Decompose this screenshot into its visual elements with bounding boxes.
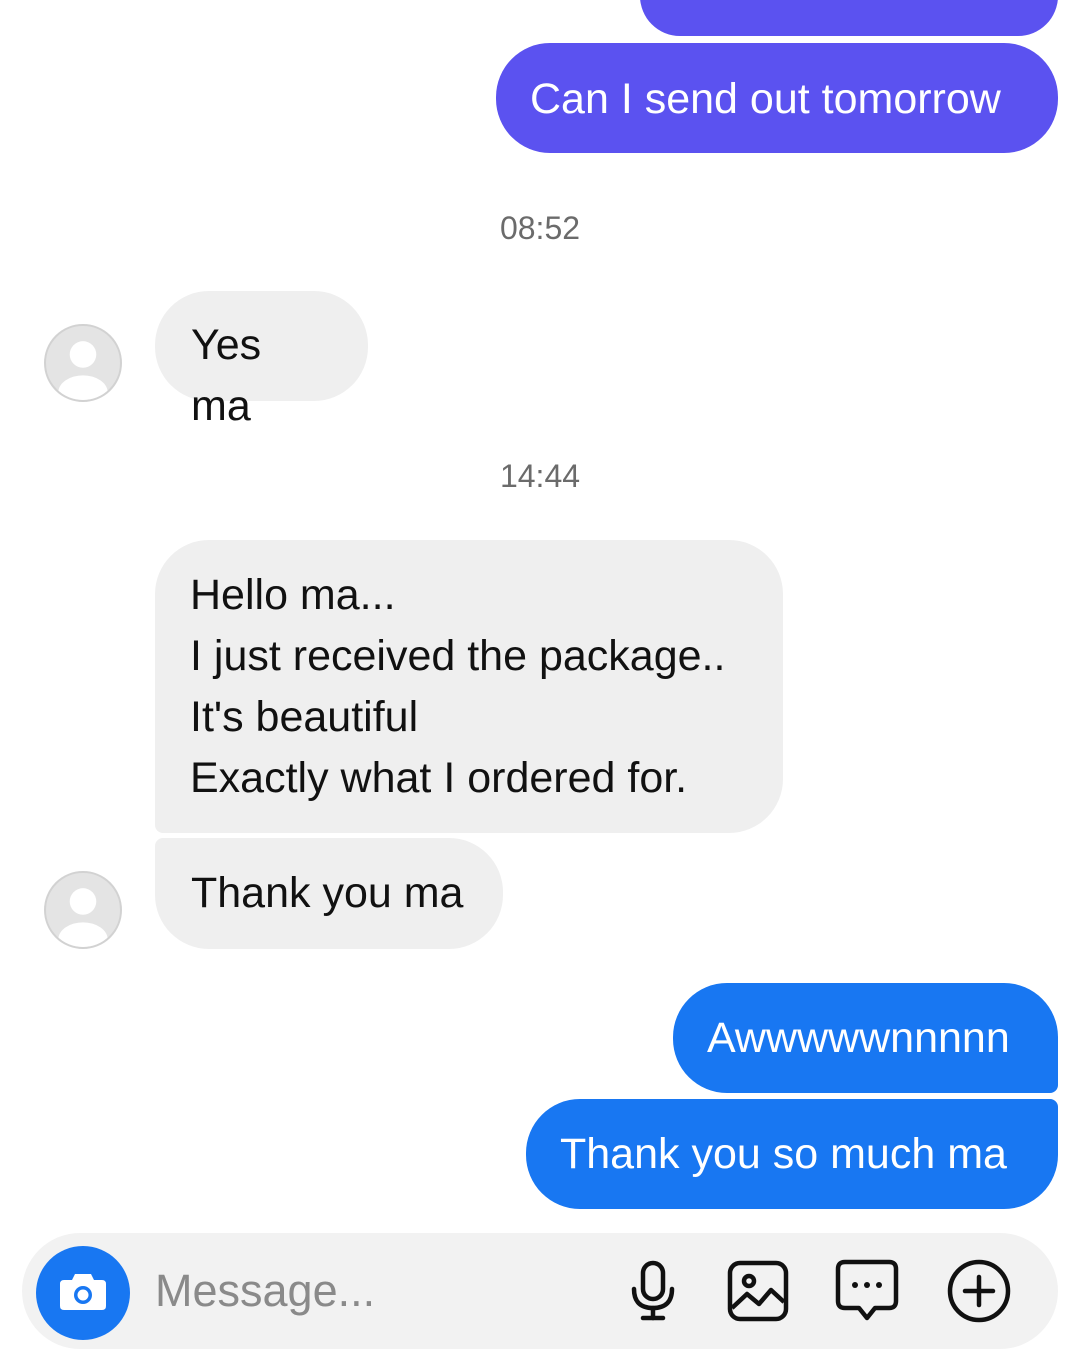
incoming-message[interactable]: Hello ma... I just received the package.… xyxy=(155,540,783,833)
timestamp: 14:44 xyxy=(499,458,581,494)
sticker-chat-button[interactable] xyxy=(834,1259,900,1328)
message-composer xyxy=(22,1233,1058,1349)
camera-button[interactable] xyxy=(36,1246,130,1340)
message-input[interactable] xyxy=(155,1263,595,1319)
incoming-message[interactable]: Thank you ma xyxy=(155,838,503,949)
incoming-message[interactable]: Yes ma xyxy=(155,291,368,430)
sticker-chat-icon xyxy=(835,1259,899,1328)
add-button[interactable] xyxy=(946,1259,1012,1328)
microphone-icon xyxy=(628,1260,678,1327)
gallery-button[interactable] xyxy=(725,1260,791,1326)
outgoing-message[interactable]: Awwwwwnnnnn xyxy=(673,983,1058,1093)
timestamp: 08:52 xyxy=(499,210,581,246)
microphone-button[interactable] xyxy=(620,1260,686,1326)
contact-avatar-icon[interactable] xyxy=(44,324,122,402)
outgoing-message[interactable]: Can I send out tomorrow xyxy=(496,43,1058,153)
outgoing-message-cut-off[interactable] xyxy=(640,0,1058,36)
plus-circle-icon xyxy=(947,1259,1011,1328)
outgoing-message[interactable]: Thank you so much ma xyxy=(526,1099,1058,1209)
contact-avatar-icon[interactable] xyxy=(44,871,122,949)
gallery-icon xyxy=(727,1260,789,1327)
camera-icon xyxy=(58,1270,108,1317)
